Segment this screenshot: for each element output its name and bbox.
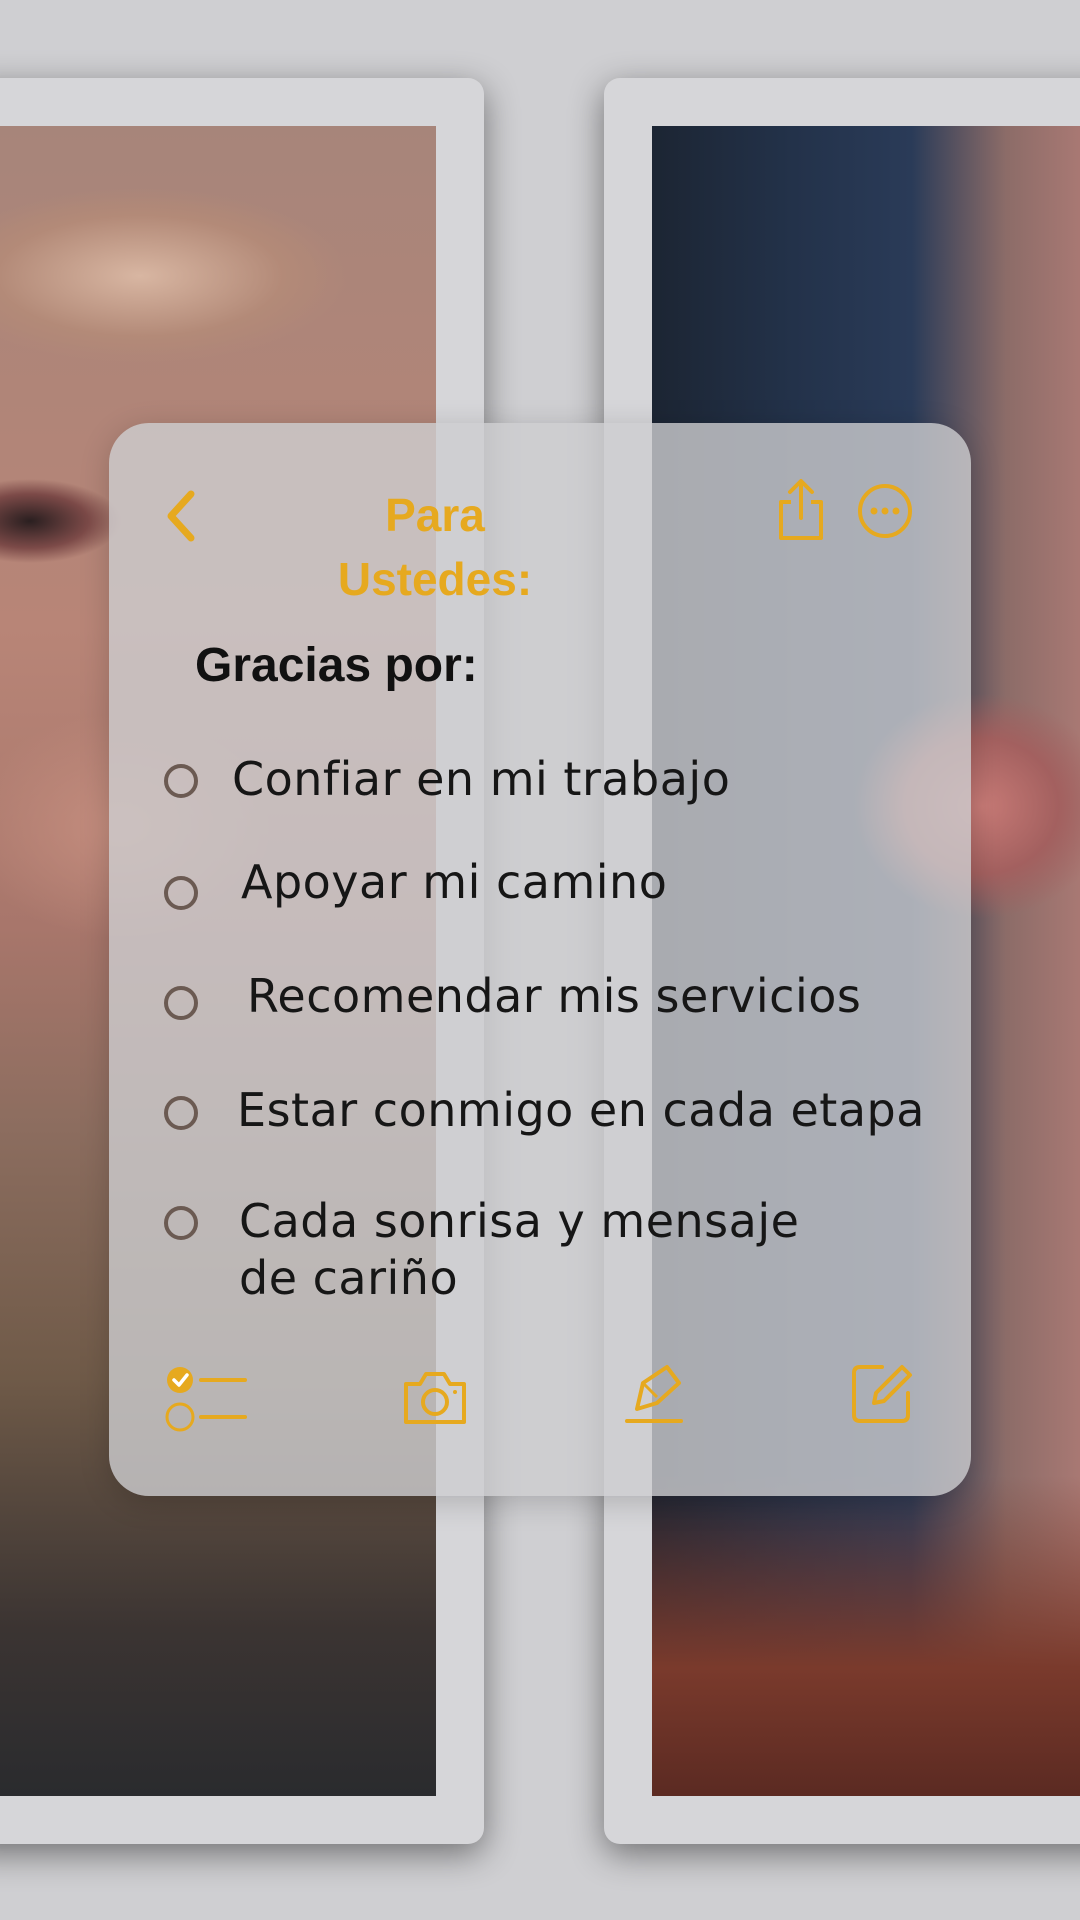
more-icon[interactable] <box>857 483 913 539</box>
checklist-item[interactable]: Apoyar mi camino <box>164 853 944 923</box>
note-header: Para Ustedes: <box>109 423 971 605</box>
checkbox-circle[interactable] <box>164 764 198 798</box>
checklist-item-text: Estar conmigo en cada etapa <box>237 1083 925 1137</box>
checklist-item-text: Cada sonrisa y mensaje <box>239 1194 800 1248</box>
checkbox-circle[interactable] <box>164 986 198 1020</box>
checkbox-circle[interactable] <box>164 1096 198 1130</box>
note-toolbar <box>109 1353 971 1473</box>
note-heading: Gracias por: <box>195 639 478 692</box>
checklist-item[interactable]: Confiar en mi trabajo <box>164 745 944 815</box>
checklist-item-text-continued: de cariño <box>239 1251 459 1305</box>
checklist-item[interactable]: Recomendar mis servicios <box>164 963 944 1033</box>
checklist-item[interactable]: Estar conmigo en cada etapa <box>164 1076 944 1146</box>
chevron-left-icon[interactable] <box>161 486 201 546</box>
checkbox-circle[interactable] <box>164 1206 198 1240</box>
checklist-icon[interactable] <box>165 1363 251 1439</box>
note-card: Para Ustedes: Gracias por: Confiar en mi… <box>109 423 971 1496</box>
checklist-item-text: Confiar en mi trabajo <box>232 752 731 806</box>
checklist-item[interactable]: Cada sonrisa y mensaje de cariño <box>164 1187 944 1317</box>
note-title: Para Ustedes: <box>337 489 533 605</box>
camera-icon[interactable] <box>400 1368 470 1428</box>
share-icon[interactable] <box>775 478 827 542</box>
checklist-item-text: Recomendar mis servicios <box>247 969 862 1023</box>
checklist-item-text: Apoyar mi camino <box>241 855 668 909</box>
markup-pen-icon[interactable] <box>623 1357 689 1429</box>
compose-icon[interactable] <box>848 1359 916 1427</box>
checkbox-circle[interactable] <box>164 876 198 910</box>
